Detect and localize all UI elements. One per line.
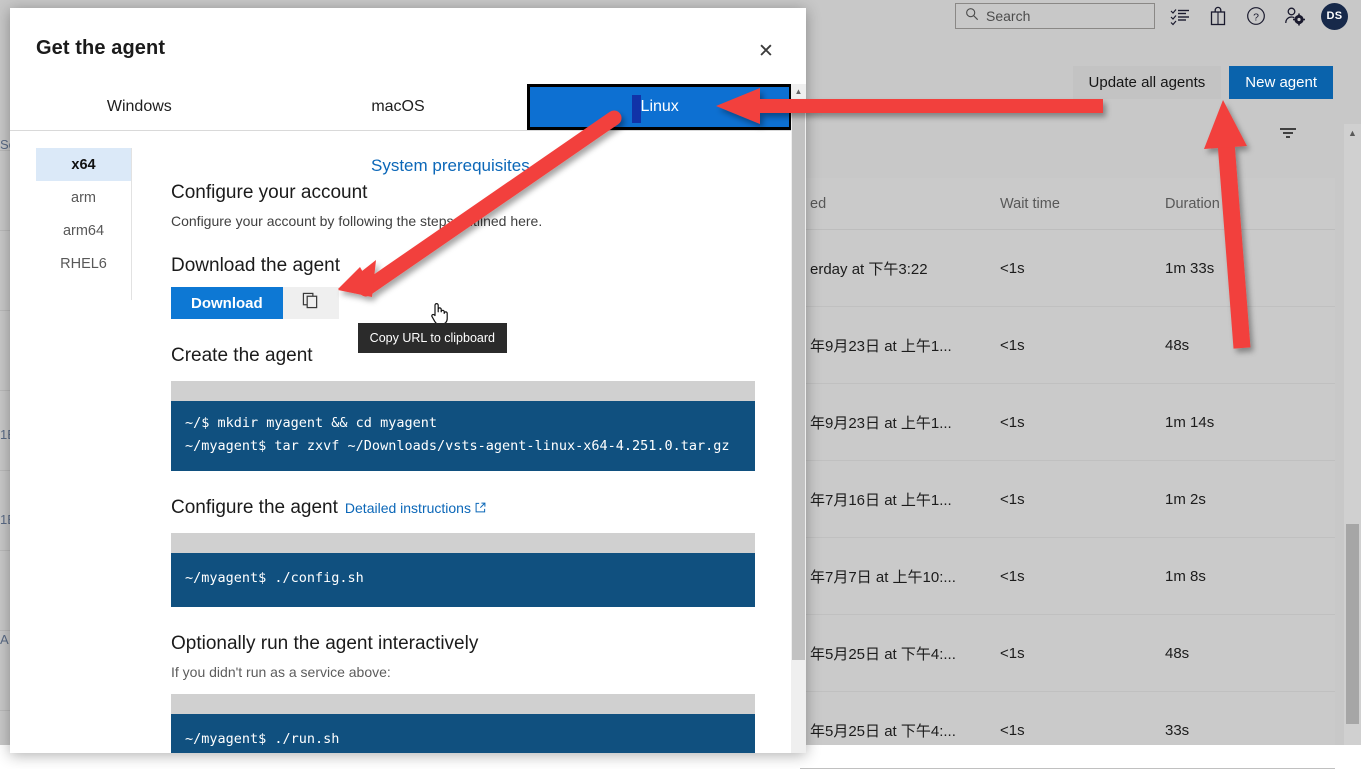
cell-finished: 年5月25日 at 下午4:... [800,720,1000,741]
cell-finished: 年7月7日 at 上午10:... [800,566,1000,587]
tooltip-copy-url: Copy URL to clipboard [358,323,507,353]
code-toolbar[interactable] [171,533,755,553]
run-agent-codeblock: ~/myagent$ ./run.sh [171,694,755,753]
column-header-finished: ed [800,196,1000,212]
filter-icon[interactable] [1277,122,1299,144]
new-agent-button[interactable]: New agent [1229,66,1333,99]
run-agent-code[interactable]: ~/myagent$ ./run.sh [171,714,755,753]
get-the-agent-dialog: Get the agent ✕ Windows macOS Linux x64 … [10,8,806,753]
configure-agent-heading-row: Configure the agent Detailed instruction… [171,497,771,519]
column-header-duration: Duration [1165,196,1325,212]
table-row[interactable]: 年9月23日 at 上午1...<1s48s [800,307,1335,384]
search-placeholder: Search [986,8,1030,24]
tab-windows-label: Windows [107,98,172,116]
download-button[interactable]: Download [171,287,283,319]
cell-wait-time: <1s [1000,645,1165,662]
page-title: Get the agent [36,37,165,60]
agents-jobs-table: ed Wait time Duration erday at 下午3:22<1s… [800,178,1335,745]
help-circle-icon[interactable]: ? [1245,5,1267,27]
dialog-scroll-thumb[interactable] [792,100,805,660]
cell-wait-time: <1s [1000,568,1165,585]
cell-finished: 年5月25日 at 下午4:... [800,643,1000,664]
external-link-icon[interactable] [475,500,486,516]
cell-wait-time: <1s [1000,491,1165,508]
update-all-agents-button[interactable]: Update all agents [1073,66,1222,99]
page-scrollbar[interactable]: ▲ [1344,124,1361,745]
configure-account-heading: Configure your account [171,182,771,204]
system-prerequisites-link[interactable]: System prerequisites [371,156,530,176]
table-row[interactable]: erday at 下午3:22<1s1m 33s [800,230,1335,307]
cell-finished: 年9月23日 at 上午1... [800,335,1000,356]
cell-duration: 1m 8s [1165,568,1325,585]
sidebar-item-arm[interactable]: arm [36,181,131,214]
run-agent-description: If you didn't run as a service above: [171,664,771,680]
table-body: erday at 下午3:22<1s1m 33s年9月23日 at 上午1...… [800,230,1335,769]
cell-wait-time: <1s [1000,722,1165,739]
download-agent-heading: Download the agent [171,255,771,277]
cell-wait-time: <1s [1000,260,1165,277]
create-agent-code[interactable]: ~/$ mkdir myagent && cd myagent ~/myagen… [171,401,755,471]
configure-agent-codeblock: ~/myagent$ ./config.sh [171,533,755,606]
tab-windows[interactable]: Windows [10,84,269,130]
sidebar-item-rhel6[interactable]: RHEL6 [36,247,131,280]
avatar[interactable]: DS [1321,3,1348,30]
close-icon[interactable]: ✕ [754,39,778,63]
checklist-icon[interactable] [1169,5,1191,27]
tab-macos-label: macOS [371,98,424,116]
svg-text:?: ? [1253,11,1259,23]
sidebar-item-arm64[interactable]: arm64 [36,214,131,247]
configure-agent-code[interactable]: ~/myagent$ ./config.sh [171,553,755,606]
table-row[interactable]: 年5月25日 at 下午4:...<1s33s [800,692,1335,769]
copy-url-button[interactable]: Copy URL to clipboard [283,287,339,319]
scroll-up-arrow[interactable]: ▲ [1344,124,1361,141]
scroll-thumb[interactable] [1346,524,1359,724]
cell-duration: 48s [1165,337,1325,354]
platform-tabs: Windows macOS Linux [10,84,792,131]
sidebar-item-x64[interactable]: x64 [36,148,131,181]
table-header-row: ed Wait time Duration [800,178,1335,230]
tab-linux[interactable]: Linux [527,84,792,130]
cell-wait-time: <1s [1000,337,1165,354]
cell-wait-time: <1s [1000,414,1165,431]
search-icon [965,7,979,26]
user-settings-icon[interactable] [1283,5,1305,27]
tab-linux-label: Linux [641,98,679,116]
text-caret [632,95,641,123]
tab-macos[interactable]: macOS [269,84,528,130]
code-toolbar[interactable] [171,381,755,401]
download-row: Download Copy URL to clipboard [171,287,771,319]
table-row[interactable]: 年9月23日 at 上午1...<1s1m 14s [800,384,1335,461]
configure-agent-heading: Configure the agent [171,497,338,519]
dialog-content: System prerequisites Configure your acco… [171,148,771,753]
copy-icon [302,292,319,314]
detailed-instructions-link[interactable]: Detailed instructions [345,500,471,516]
dialog-scrollbar[interactable]: ▲ [791,84,806,753]
cell-duration: 48s [1165,645,1325,662]
configure-account-description: Configure your account by following the … [171,213,771,229]
table-row[interactable]: 年7月7日 at 上午10:...<1s1m 8s [800,538,1335,615]
run-agent-heading: Optionally run the agent interactively [171,633,771,655]
column-header-wait-time: Wait time [1000,196,1165,212]
search-input[interactable]: Search [955,3,1155,29]
marketplace-bag-icon[interactable] [1207,5,1229,27]
cell-duration: 1m 2s [1165,491,1325,508]
cell-finished: erday at 下午3:22 [800,258,1000,279]
cell-duration: 33s [1165,722,1325,739]
table-row[interactable]: 年7月16日 at 上午1...<1s1m 2s [800,461,1335,538]
code-toolbar[interactable] [171,694,755,714]
cell-duration: 1m 14s [1165,414,1325,431]
cell-finished: 年9月23日 at 上午1... [800,412,1000,433]
command-bar: Update all agents New agent [1073,66,1333,99]
table-row[interactable]: 年5月25日 at 下午4:...<1s48s [800,615,1335,692]
create-agent-codeblock: ~/$ mkdir myagent && cd myagent ~/myagen… [171,381,755,471]
cell-finished: 年7月16日 at 上午1... [800,489,1000,510]
cell-duration: 1m 33s [1165,260,1325,277]
dialog-scroll-up-arrow[interactable]: ▲ [791,84,806,99]
architecture-list: x64 arm arm64 RHEL6 [36,148,132,300]
